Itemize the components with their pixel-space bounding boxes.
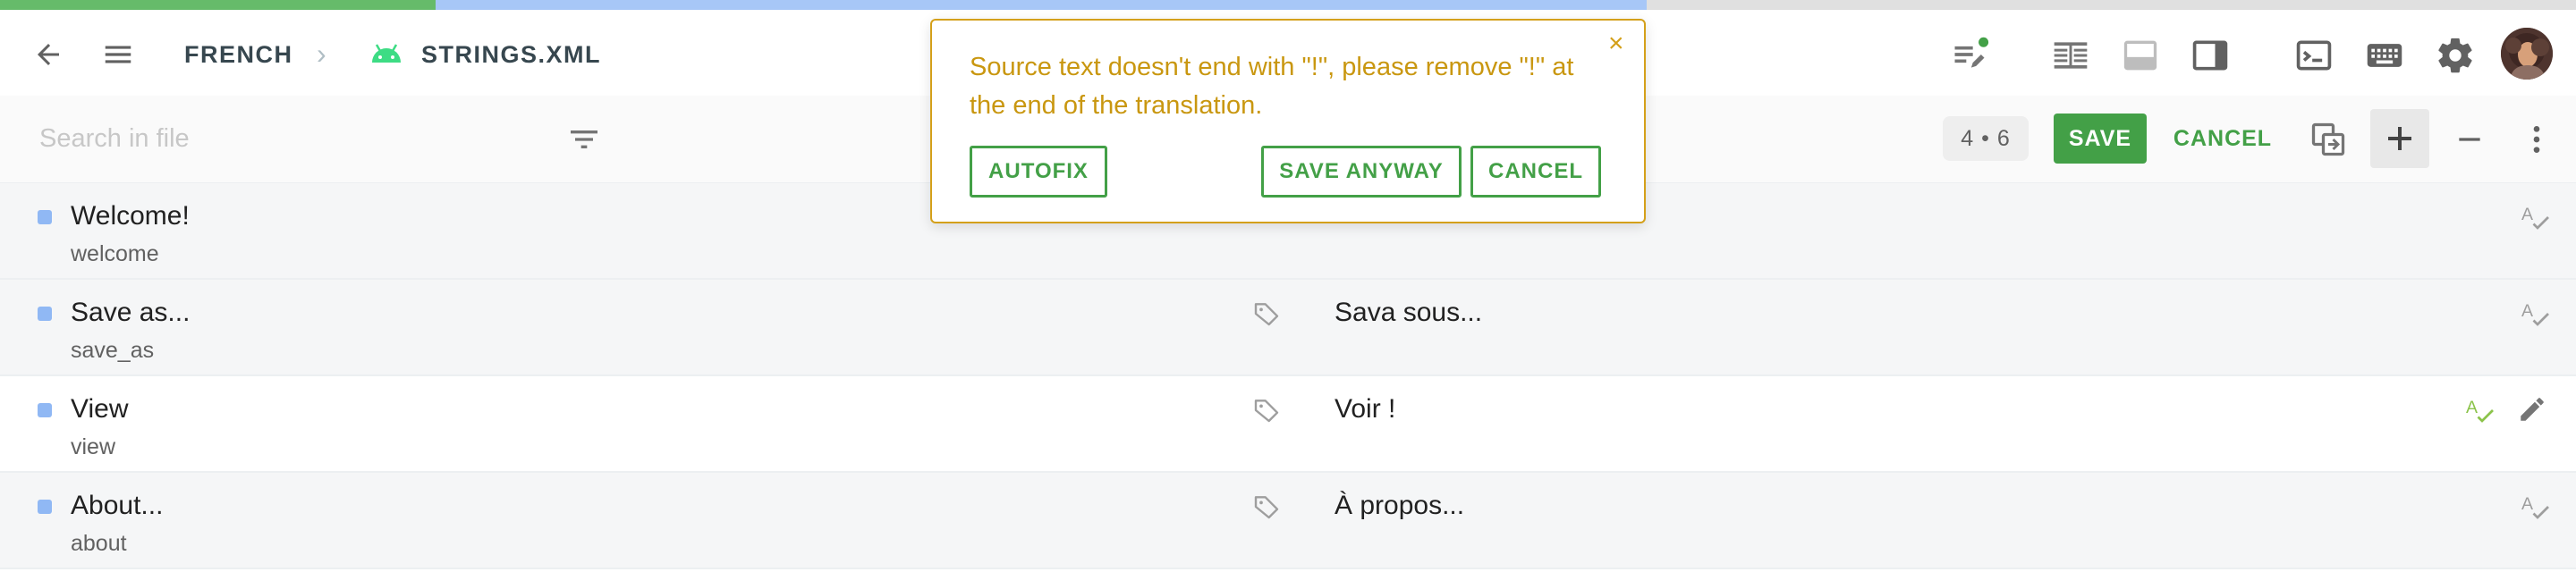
svg-text:A: A [2521,301,2533,321]
progress-translated-segment [0,0,436,10]
terminal-icon[interactable] [2292,33,2336,78]
side-by-side-layout-icon[interactable] [2048,33,2093,78]
menu-icon[interactable] [97,33,140,76]
list-item[interactable]: View view Voir ! A [0,376,2576,473]
tag-icon[interactable] [1252,492,1281,526]
keyboard-icon[interactable] [2361,33,2408,78]
spellcheck-icon[interactable]: A [2519,491,2551,527]
close-icon[interactable]: × [1608,29,1624,59]
cancel-button[interactable]: CANCEL [2163,114,2283,164]
right-panel-layout-icon[interactable] [2188,33,2233,78]
more-vert-icon[interactable] [2517,117,2556,162]
string-key: view [71,434,116,459]
source-text: About... [71,491,164,520]
svg-text:A: A [2521,205,2533,224]
bottom-panel-layout-icon[interactable] [2118,33,2163,78]
string-status-marker [38,307,52,321]
list-item[interactable]: Save as... save_as Sava sous... A [0,280,2576,376]
progress-reviewed-segment [436,0,1647,10]
edit-pencil-icon[interactable] [2517,394,2547,429]
spellcheck-icon[interactable]: A [2519,298,2551,334]
string-status-marker [38,403,52,417]
string-status-marker [38,500,52,514]
tag-icon[interactable] [1252,299,1281,332]
plus-icon [2388,127,2411,150]
source-text: View [71,394,129,424]
spellcheck-icon[interactable]: A [2519,201,2551,238]
list-item[interactable]: About... about À propos... A [0,473,2576,569]
gear-icon[interactable] [2431,31,2479,80]
spellcheck-icon[interactable]: A [2463,394,2496,431]
save-button[interactable]: SAVE [2054,114,2147,164]
copy-source-icon[interactable] [2306,117,2351,162]
string-status-marker [38,210,52,224]
breadcrumb-file[interactable]: STRINGS.XML [421,41,601,69]
translation-progress-bar [0,0,2576,10]
string-counter: 4 • 6 [1943,116,2029,161]
popup-cancel-button[interactable]: CANCEL [1470,146,1601,198]
translation-text: Sava sous... [1335,298,1483,327]
autofix-button[interactable]: AUTOFIX [970,146,1107,198]
chevron-right-icon: › [317,38,326,70]
expand-button[interactable] [2370,109,2429,168]
warning-message: Source text doesn't end with "!", please… [970,53,1574,120]
validation-warning-popup: Source text doesn't end with "!", please… [930,19,1646,223]
string-key: welcome [71,241,159,266]
filter-icon[interactable] [564,119,605,160]
tag-icon[interactable] [1252,396,1281,429]
translation-text: À propos... [1335,491,1465,520]
svg-text:A: A [2521,494,2533,514]
svg-text:A: A [2466,398,2478,417]
string-key: about [71,531,127,556]
breadcrumb-language[interactable]: FRENCH [184,41,293,69]
search-input[interactable] [39,121,540,156]
edit-notes-icon[interactable] [1943,29,1996,80]
save-anyway-button[interactable]: SAVE ANYWAY [1261,146,1462,198]
avatar[interactable] [2501,28,2553,80]
back-arrow-icon[interactable] [27,33,70,76]
android-icon [369,40,404,67]
minus-icon[interactable] [2447,117,2492,162]
source-text: Welcome! [71,201,190,231]
source-text: Save as... [71,298,191,327]
translation-text[interactable]: Voir ! [1335,394,1395,425]
string-key: save_as [71,338,155,363]
